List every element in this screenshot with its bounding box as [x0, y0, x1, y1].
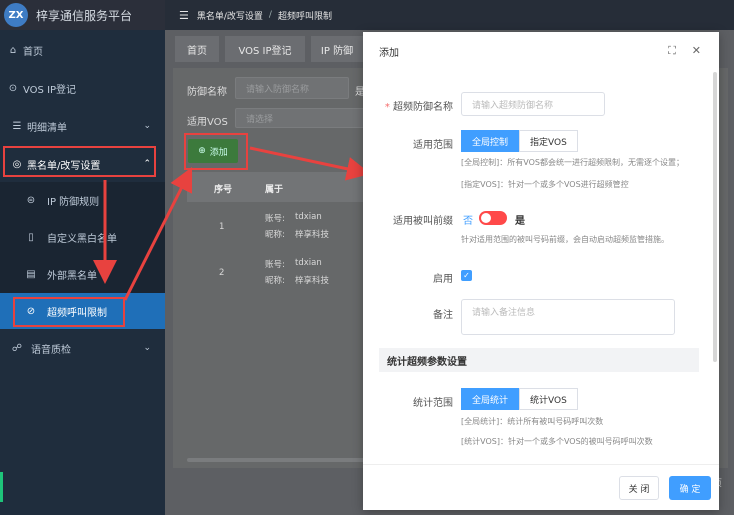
- stat-global-option[interactable]: 全局统计: [461, 388, 520, 410]
- scope-global-option[interactable]: 全局控制: [461, 130, 520, 152]
- highlight-box-freq-limit: [13, 297, 125, 327]
- sidebar-item-home[interactable]: ⌂ 首页: [0, 32, 165, 68]
- sidebar-item-custom-bw[interactable]: ▯ 自定义黑白名单: [0, 219, 165, 255]
- tab-ip-defense[interactable]: IP 防御: [311, 36, 363, 62]
- highlight-box-add: [184, 133, 248, 170]
- prefix-off-text: 否: [463, 216, 473, 227]
- sidebar-item-detail[interactable]: ☰ 明细清单 ⌄: [0, 108, 165, 144]
- stat-hint-global: [全局统计]：统计所有被叫号码呼叫次数: [461, 417, 604, 426]
- sidebar-item-label: 明细清单: [27, 122, 67, 134]
- prefix-switch[interactable]: [479, 211, 507, 225]
- row-account: tdxian: [295, 212, 322, 222]
- scope-vos-option[interactable]: 指定VOS: [519, 130, 578, 152]
- sidebar-item-label: 外部黑名单: [47, 270, 97, 282]
- table-row[interactable]: 2 账号: tdxian 昵称: 梓享科技: [187, 250, 367, 296]
- prefix-hint: 针对适用范围的被叫号码前缀，会自动启动超频监管措施。: [461, 235, 669, 244]
- app-title: 梓享通信服务平台: [36, 8, 133, 23]
- topbar: ☰ 黑名单/改写设置 / 超频呼叫限制: [165, 0, 734, 30]
- scope-hint-vos: [指定VOS]：针对一个或多个VOS进行超频管控: [461, 180, 629, 189]
- chevron-down-icon: ⌄: [143, 121, 151, 131]
- confirm-button[interactable]: 确 定: [669, 476, 711, 500]
- table-row[interactable]: 1 账号: tdxian 昵称: 梓享科技: [187, 204, 367, 250]
- sidebar-item-external-bl[interactable]: ▤ 外部黑名单: [0, 256, 165, 292]
- filter-name-label: 防御名称: [187, 87, 227, 98]
- home-icon: ⌂: [9, 44, 17, 56]
- row-account-label: 账号:: [265, 214, 285, 224]
- sidebar-item-voice-qc[interactable]: ☍ 语音质检 ⌄: [0, 330, 165, 366]
- breadcrumb-separator: /: [268, 10, 272, 20]
- filter-icon: ⊜: [26, 194, 36, 206]
- stat-segment: 全局统计 统计VOS: [461, 388, 578, 410]
- enable-label: 启用: [433, 274, 453, 285]
- binoculars-icon: ☍: [11, 342, 23, 354]
- sidebar-item-label: 语音质检: [31, 344, 71, 356]
- sidebar-item-vos-ip[interactable]: ⊙ VOS IP登记: [0, 70, 165, 106]
- logo-badge: ZX: [4, 3, 28, 27]
- row-nick: 梓享科技: [295, 276, 330, 286]
- highlight-box-blacklist: [3, 146, 156, 177]
- enable-checkbox[interactable]: ✓: [461, 270, 472, 281]
- sidebar-item-ip-rule[interactable]: ⊜ IP 防御规则: [0, 182, 165, 218]
- remark-textarea[interactable]: 请输入备注信息: [461, 299, 675, 335]
- prefix-on-text: 是: [515, 216, 525, 227]
- filter-name-input[interactable]: 请输入防御名称: [235, 77, 349, 99]
- tab-vos-ip[interactable]: VOS IP登记: [225, 36, 305, 62]
- sidebar-item-label: 首页: [23, 46, 43, 58]
- sidebar-edge-indicator: [0, 472, 3, 502]
- row-nick: 梓享科技: [295, 230, 330, 240]
- col-belong: 属于: [265, 185, 284, 195]
- tab-home[interactable]: 首页: [175, 36, 219, 62]
- filter-vos-select[interactable]: 请选择: [235, 108, 369, 128]
- stat-range-label: 统计范围: [413, 398, 453, 409]
- add-dialog: 添加 ⛶ ✕ * 超频防御名称 请输入超频防御名称 适用范围 全局控制 指定VO…: [363, 32, 719, 510]
- scope-segment: 全局控制 指定VOS: [461, 130, 578, 152]
- close-button[interactable]: 关 闭: [619, 476, 659, 500]
- prefix-label: 适用被叫前缀: [393, 216, 453, 227]
- scope-label: 适用范围: [413, 140, 453, 151]
- document-icon: ▤: [26, 268, 36, 280]
- sidebar-item-label: VOS IP登记: [23, 84, 77, 96]
- table-scrollbar[interactable]: [187, 458, 367, 462]
- remark-label: 备注: [433, 310, 453, 321]
- scope-hint-global: [全局控制]：所有VOS都会统一进行超频限制，无需逐个设置；: [461, 158, 684, 167]
- row-index: 2: [219, 268, 225, 278]
- row-account-label: 账号:: [265, 260, 285, 270]
- hamburger-icon[interactable]: ☰: [179, 9, 189, 22]
- stat-hint-vos: [统计VOS]：针对一个或多个VOS的被叫号码呼叫次数: [461, 437, 653, 446]
- play-circle-icon: ⊙: [8, 82, 18, 94]
- fullscreen-icon[interactable]: ⛶: [668, 44, 676, 58]
- sidebar-item-label: 自定义黑白名单: [47, 233, 117, 245]
- row-account: tdxian: [295, 258, 322, 268]
- row-nick-label: 昵称:: [265, 276, 285, 286]
- row-nick-label: 昵称:: [265, 230, 285, 240]
- name-field-label: * 超频防御名称: [384, 102, 453, 113]
- dialog-header: 添加 ⛶ ✕: [363, 32, 719, 72]
- filter-vos-label: 适用VOS: [187, 117, 228, 128]
- sidebar: ZX 梓享通信服务平台 ⌂ 首页 ⊙ VOS IP登记 ☰ 明细清单 ⌄ ◎ 黑…: [0, 0, 165, 515]
- dialog-title: 添加: [379, 48, 399, 59]
- name-input[interactable]: 请输入超频防御名称: [461, 92, 605, 116]
- breadcrumb-item[interactable]: 黑名单/改写设置: [197, 9, 263, 22]
- dialog-scrollbar[interactable]: [713, 72, 717, 362]
- list-icon: ☰: [12, 120, 22, 132]
- dialog-footer-divider: [363, 464, 719, 465]
- logo: ZX 梓享通信服务平台: [0, 0, 165, 30]
- stat-vos-option[interactable]: 统计VOS: [519, 388, 578, 410]
- sidebar-item-label: IP 防御规则: [47, 196, 100, 208]
- phone-icon: ▯: [28, 231, 34, 243]
- section-title: 统计超频参数设置: [379, 348, 699, 372]
- row-index: 1: [219, 222, 225, 232]
- chevron-down-icon: ⌄: [143, 343, 151, 353]
- breadcrumb-current: 超频呼叫限制: [277, 11, 332, 22]
- col-index: 序号: [214, 185, 233, 195]
- table-header: 序号 属于: [187, 172, 367, 202]
- close-icon[interactable]: ✕: [692, 44, 701, 58]
